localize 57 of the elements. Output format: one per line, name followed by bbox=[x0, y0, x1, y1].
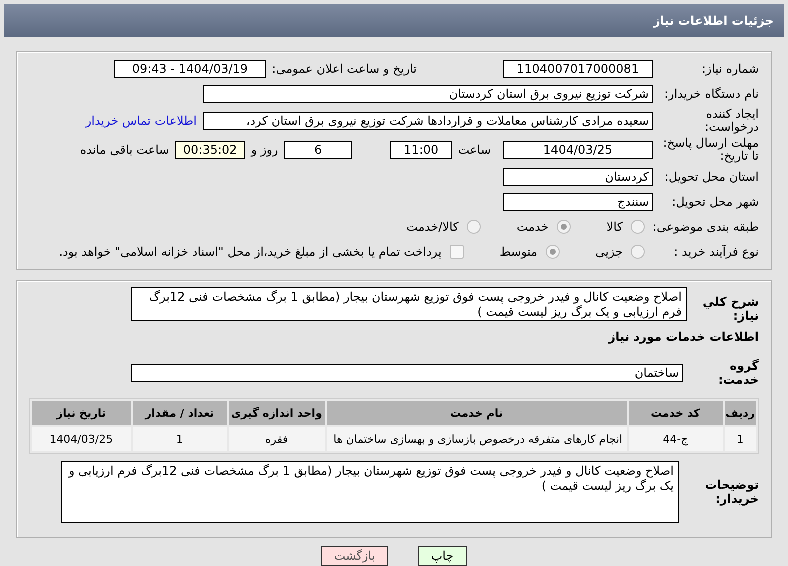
days-field: 6 bbox=[284, 141, 352, 159]
back-button[interactable]: بازگشت bbox=[321, 546, 388, 566]
field-label: گروه خدمت: bbox=[717, 359, 759, 387]
radio-button[interactable] bbox=[556, 220, 571, 234]
radio-button[interactable] bbox=[466, 220, 481, 234]
checkbox-label: پرداخت تمام یا بخشی از مبلغ خرید،از محل "اسناد خزانه اسلامی" خواهد بود. bbox=[59, 245, 442, 259]
contact-link[interactable]: اطلاعات تماس خریدار bbox=[86, 114, 197, 128]
creator-field: سعیده مرادی کارشناس معاملات و قراردادها شرکت توزیع نیروی برق استان کرد، bbox=[203, 112, 653, 130]
buyer-field: شرکت توزیع نیروی برق استان کردستان bbox=[203, 85, 653, 103]
radio-button[interactable] bbox=[546, 245, 560, 259]
table-cell: 1 bbox=[724, 427, 756, 451]
field-label: نام دستگاه خریدار: bbox=[664, 88, 759, 100]
province-field: کردستان bbox=[503, 168, 653, 186]
radio-label: خدمت bbox=[516, 220, 549, 234]
table-cell: 1 bbox=[132, 427, 227, 451]
page-title: جزئیات اطلاعات نیاز bbox=[4, 4, 784, 37]
field-label: شهر محل تحویل: bbox=[671, 196, 759, 208]
field-label: استان محل تحویل: bbox=[664, 170, 759, 184]
column-header: ردیف bbox=[724, 401, 756, 425]
deadline-date-field: 1404/03/25 bbox=[503, 141, 653, 159]
summary-textarea[interactable]: اصلاح وضعیت کانال و فیدر خروجی پست فوق توزیع شهرستان بیجار (مطابق 1 برگ مشخصات فنی 12برگ فرم ارزیابی و یک برگ ریز لیست قیمت ) bbox=[131, 287, 687, 321]
field-label: شماره نیاز: bbox=[701, 62, 759, 76]
need-number-field: 1104007017000081 bbox=[503, 60, 653, 78]
field-label: ایجاد کننده درخواست: bbox=[704, 108, 759, 134]
service-group-field: ساختمان bbox=[131, 364, 683, 382]
column-header: کد خدمت bbox=[628, 401, 723, 425]
radio-button[interactable] bbox=[631, 245, 645, 259]
table-cell: 1404/03/25 bbox=[32, 427, 131, 451]
column-header: تعداد / مقدار bbox=[132, 401, 227, 425]
field-label: تاریخ و ساعت اعلان عمومی: bbox=[272, 62, 417, 76]
field-label: ساعت bbox=[458, 143, 491, 157]
table-cell: فقره bbox=[228, 427, 325, 451]
field-label: ساعت باقی مانده bbox=[80, 143, 170, 157]
radio-label: متوسط bbox=[500, 245, 538, 259]
column-header: تاریخ نیاز bbox=[32, 401, 131, 425]
table-cell: ج-44 bbox=[628, 427, 723, 451]
radio-label: کالا/خدمت bbox=[406, 220, 459, 234]
announce-date-field: 1404/03/19 - 09:43 bbox=[114, 60, 266, 78]
field-label: مهلت ارسال پاسخ: تا تاریخ: bbox=[662, 137, 759, 163]
column-header: نام خدمت bbox=[326, 401, 627, 425]
checkbox[interactable] bbox=[450, 245, 464, 259]
column-header: واحد اندازه گیری bbox=[228, 401, 325, 425]
field-label: روز و bbox=[251, 143, 278, 157]
print-button[interactable]: چاپ bbox=[418, 546, 467, 566]
field-label: توضیحات خریدار: bbox=[704, 478, 759, 506]
city-field: سنندج bbox=[503, 193, 653, 211]
deadline-time-field: 11:00 bbox=[390, 141, 452, 159]
field-label: نوع فرآیند خرید : bbox=[673, 246, 759, 258]
radio-label: جزیی bbox=[596, 245, 623, 259]
field-label: شرح کلي نياز: bbox=[702, 295, 759, 323]
table-cell: انجام کارهای متفرقه درخصوص بازسازی و بهسازی ساختمان ها bbox=[326, 427, 627, 451]
section-heading: اطلاعات خدمات مورد نیاز bbox=[608, 330, 759, 344]
remaining-time-field: 00:35:02 bbox=[175, 141, 246, 159]
radio-button[interactable] bbox=[631, 220, 645, 234]
field-label: طبقه بندی موضوعی: bbox=[652, 220, 759, 234]
buyer-notes-textarea[interactable]: اصلاح وضعیت کانال و فیدر خروجی پست فوق توزیع شهرستان بیجار (مطابق 1 برگ مشخصات فنی 12برگ فرم ارزیابی و یک برگ ریز لیست قیمت ) bbox=[61, 461, 679, 523]
radio-label: کالا bbox=[606, 220, 623, 234]
